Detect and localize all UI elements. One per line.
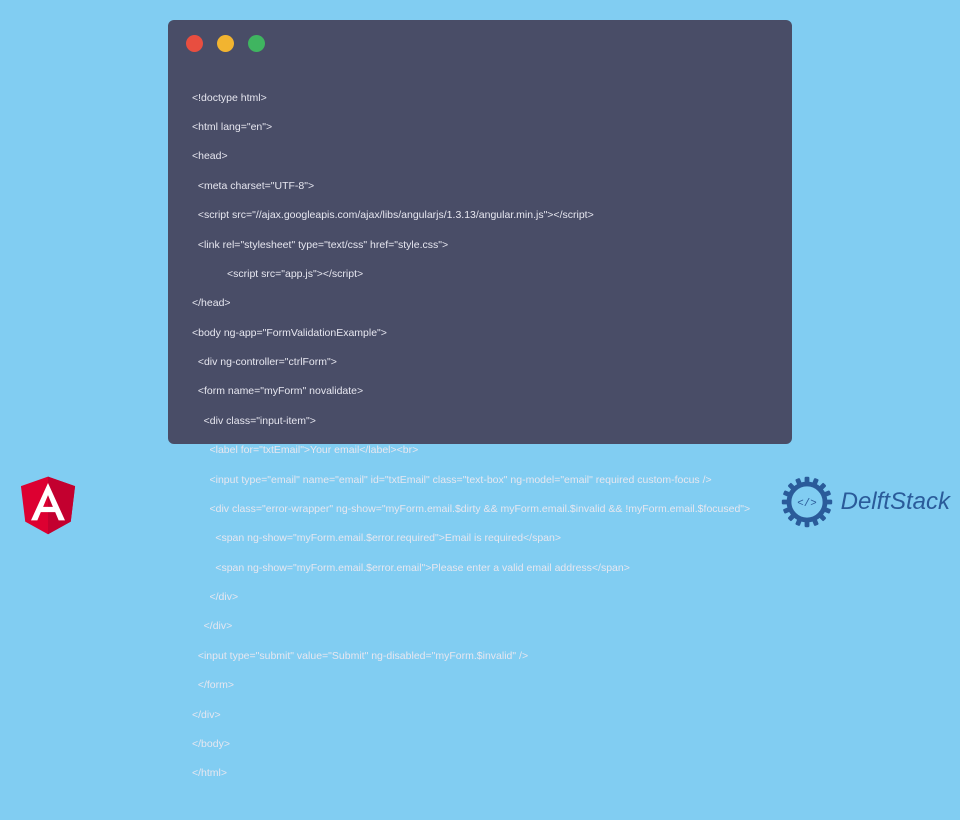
code-line: <span ng-show="myForm.email.$error.requi…: [192, 531, 768, 546]
code-line: <div class="error-wrapper" ng-show="myFo…: [192, 502, 768, 517]
angular-logo-icon: [12, 468, 84, 540]
code-line: <!doctype html>: [192, 91, 768, 106]
code-line: <input type="submit" value="Submit" ng-d…: [192, 649, 768, 664]
code-line: </form>: [192, 678, 768, 693]
minimize-icon[interactable]: [217, 35, 234, 52]
code-line: <div ng-controller="ctrlForm">: [192, 355, 768, 370]
code-line: </body>: [192, 737, 768, 752]
code-line: <label for="txtEmail">Your email</label>…: [192, 443, 768, 458]
code-line: <html lang="en">: [192, 120, 768, 135]
maximize-icon[interactable]: [248, 35, 265, 52]
code-block: <!doctype html> <html lang="en"> <head> …: [168, 66, 792, 820]
code-line: </div>: [192, 619, 768, 634]
code-line: </head>: [192, 296, 768, 311]
code-line: <span ng-show="myForm.email.$error.email…: [192, 561, 768, 576]
code-line: <meta charset="UTF-8">: [192, 179, 768, 194]
code-window: <!doctype html> <html lang="en"> <head> …: [168, 20, 792, 444]
code-line: </html>: [192, 766, 768, 781]
close-icon[interactable]: [186, 35, 203, 52]
code-line: <form name="myForm" novalidate>: [192, 384, 768, 399]
code-line: <body ng-app="FormValidationExample">: [192, 326, 768, 341]
code-line: </div>: [192, 590, 768, 605]
gear-icon: </>: [777, 472, 837, 532]
code-line: <div class="input-item">: [192, 414, 768, 429]
code-line: <link rel="stylesheet" type="text/css" h…: [192, 238, 768, 253]
brand-name: DelftStack: [841, 488, 950, 516]
window-titlebar: [168, 20, 792, 66]
delftstack-logo: </> DelftStack: [777, 472, 950, 532]
code-line: <head>: [192, 149, 768, 164]
code-line: <script src="app.js"></script>: [192, 267, 768, 282]
code-line: </div>: [192, 708, 768, 723]
code-line: <input type="email" name="email" id="txt…: [192, 473, 768, 488]
svg-text:</>: </>: [797, 498, 816, 510]
code-line: <script src="//ajax.googleapis.com/ajax/…: [192, 208, 768, 223]
